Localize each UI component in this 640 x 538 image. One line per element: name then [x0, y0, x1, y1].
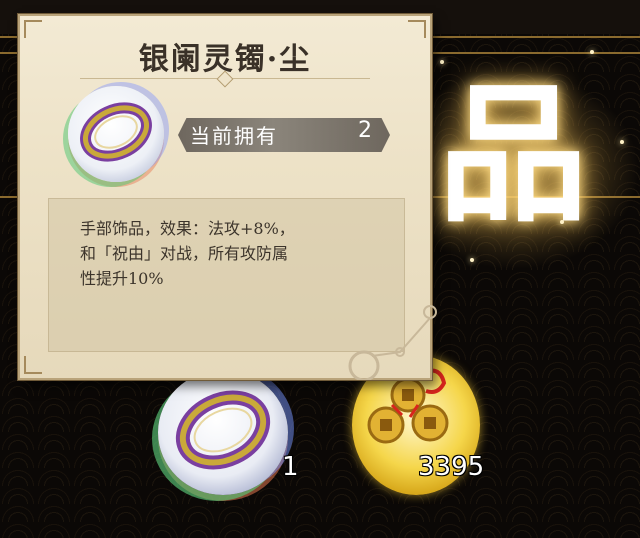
sparkle: [440, 60, 444, 64]
item-icon: [68, 86, 164, 182]
silver-ring-icon: [175, 390, 271, 470]
pointer-ornament-icon: [348, 305, 437, 380]
item-description: 手部饰品，效果：法攻+8%， 和「祝由」对战，所有攻防属 性提升10%: [80, 219, 295, 288]
reward-coin-count: 3395: [418, 452, 485, 482]
owned-count: 2: [358, 118, 372, 143]
sparkle: [620, 140, 624, 144]
sparkle: [590, 50, 594, 54]
sparkle: [560, 220, 564, 224]
sparkle: [470, 258, 474, 262]
silver-ring-icon: [80, 102, 152, 162]
reward-ring-count: 1: [282, 452, 299, 482]
game-scene: 品 1 3395 银阑灵镯·尘 当前拥有 2 手部饰品，效果：法攻+8%， 和「…: [0, 0, 640, 538]
reward-ring-slot[interactable]: [158, 370, 288, 495]
frame-corner: [24, 356, 42, 374]
owned-label: 当前拥有: [190, 124, 278, 148]
quality-character: 品: [438, 67, 589, 243]
